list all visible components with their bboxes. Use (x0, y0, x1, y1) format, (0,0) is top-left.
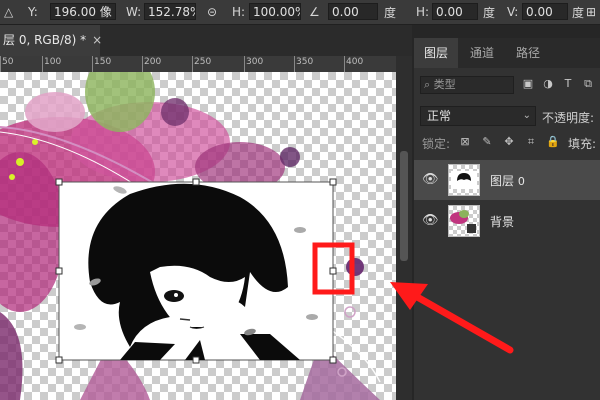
h-skew-field[interactable]: 0.00 (432, 3, 478, 20)
horizontal-ruler: 50 100 150 200 250 300 350 400 (0, 56, 396, 73)
handle-bottom-left (55, 356, 63, 364)
visibility-eye-icon[interactable]: 👁 (422, 172, 439, 188)
document-canvas[interactable] (0, 72, 396, 400)
lock-all-icon[interactable]: 🔒 (546, 135, 560, 148)
ruler-tick (0, 56, 1, 72)
blend-row: 正常 ⌄ 不透明度: (414, 104, 600, 128)
rotate-angle-icon: ∠ (309, 5, 320, 19)
h-skew-label: H: (416, 5, 430, 19)
lock-row: 锁定: ⊠ ✎ ✥ ⌗ 🔒 填充: (414, 132, 600, 154)
layer-thumbnail (448, 164, 480, 196)
handle-top-left (55, 178, 63, 186)
ruler-tick (344, 56, 345, 72)
artwork (0, 72, 381, 400)
ruler-tick (142, 56, 143, 72)
handle-bottom-center (192, 356, 200, 364)
handle-middle-right (329, 267, 337, 275)
red-annotation-arrow (390, 282, 514, 354)
layer-row-background[interactable]: 👁 背景 (414, 201, 600, 241)
h-label: H: (232, 5, 246, 19)
ruler-label: 400 (346, 57, 364, 67)
ruler-label: 50 (2, 57, 14, 67)
x-label: Y: (28, 5, 38, 19)
handle-top-right (329, 178, 337, 186)
v-skew-unit: 度 (572, 6, 585, 20)
chevron-down-icon: ⌄ (522, 110, 531, 121)
filter-type-label: 类型 (433, 78, 456, 91)
ruler-label: 100 (44, 57, 62, 67)
interpolation-icon[interactable]: ⊞ (586, 4, 596, 20)
ruler-tick (92, 56, 93, 72)
document-tab[interactable]: 层 0, RGB/8) * × (0, 25, 102, 56)
w-label: W: (126, 5, 142, 19)
tab-channels[interactable]: 通道 (460, 38, 504, 68)
ruler-label: 350 (296, 57, 314, 67)
lock-transparent-icon[interactable]: ⊠ (458, 135, 472, 148)
h-skew-unit: 度 (483, 6, 496, 20)
ruler-tick (294, 56, 295, 72)
lock-artboard-icon[interactable]: ⌗ (524, 135, 538, 149)
layer-filter-select[interactable]: ⌕ 类型 (420, 76, 514, 94)
ruler-tick (244, 56, 245, 72)
ruler-label: 150 (94, 57, 112, 67)
handle-top-center (192, 178, 200, 186)
v-skew-label: V: (507, 5, 519, 19)
options-bar: △ Y: 196.00 像 W: 152.78% ⊝ H: 100.00% ∠ … (0, 0, 600, 25)
splash-thumbnail-icon (450, 210, 476, 233)
layer-name: 背景 (490, 215, 515, 229)
search-icon: ⌕ (424, 78, 431, 91)
adjustment-filter-icon[interactable]: ◑ (542, 78, 554, 90)
panel-tabs: 图层 通道 路径 (414, 38, 600, 68)
ruler-tick (42, 56, 43, 72)
layer-name: 图层 0 (490, 172, 525, 189)
placed-portrait-layer[interactable] (58, 181, 334, 361)
layer-name-text: 图层 (490, 174, 515, 188)
type-filter-icon[interactable]: T (562, 78, 574, 90)
document-tab-bar: 层 0, RGB/8) * × (0, 25, 412, 56)
width-field[interactable]: 152.78% (144, 3, 196, 20)
layer-filter-row: ⌕ 类型 ▣ ◑ T ⧉ (414, 72, 600, 98)
rotate-unit: 度 (384, 6, 397, 20)
fill-label: 填充: (568, 137, 597, 151)
handle-middle-left (55, 267, 63, 275)
layer-thumbnail (448, 205, 480, 237)
ruler-label: 250 (194, 57, 212, 67)
lock-position-icon[interactable]: ✥ (502, 135, 516, 148)
shape-filter-icon[interactable]: ⧉ (582, 78, 594, 90)
layer-row-layer0[interactable]: 👁 图层 0 (414, 160, 600, 200)
height-field[interactable]: 100.00% (249, 3, 301, 20)
close-tab-icon[interactable]: × (92, 33, 102, 47)
handle-bottom-right (329, 356, 337, 364)
opacity-label: 不透明度: (542, 111, 595, 125)
y-position-field[interactable]: 196.00 像 (50, 3, 116, 20)
lock-pixels-icon[interactable]: ✎ (480, 135, 494, 148)
portrait-thumbnail-icon (451, 171, 477, 189)
tab-layers[interactable]: 图层 (414, 38, 458, 68)
v-skew-field[interactable]: 0.00 (522, 3, 568, 20)
visibility-eye-icon[interactable]: 👁 (422, 213, 439, 229)
blend-mode-select[interactable]: 正常 ⌄ (420, 106, 536, 126)
ruler-tick (192, 56, 193, 72)
rotate-field[interactable]: 0.00 (328, 3, 378, 20)
scrollbar-thumb[interactable] (400, 151, 408, 261)
blend-mode-value: 正常 (427, 109, 452, 123)
layer-name-suffix: 0 (517, 175, 525, 188)
reference-point-icon[interactable]: △ (4, 4, 13, 20)
pixel-filter-icon[interactable]: ▣ (522, 78, 534, 90)
ruler-label: 300 (246, 57, 264, 67)
tab-paths[interactable]: 路径 (506, 38, 550, 68)
ruler-label: 200 (144, 57, 162, 67)
lock-label: 锁定: (422, 137, 451, 151)
document-tab-title: 层 0, RGB/8) * (3, 33, 87, 47)
link-icon[interactable]: ⊝ (207, 4, 217, 20)
